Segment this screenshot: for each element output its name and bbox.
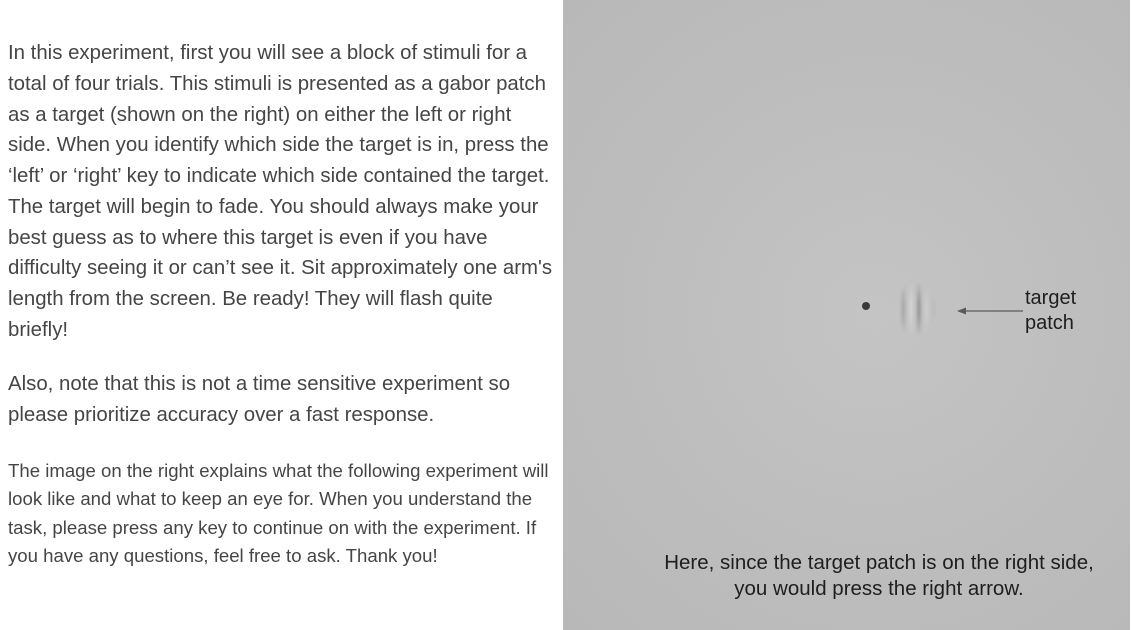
caption-line-1: Here, since the target patch is on the r… <box>664 551 1094 574</box>
left-arrow-icon <box>957 307 1023 315</box>
instructions-paragraph-2: Also, note that this is not a time sensi… <box>8 373 511 426</box>
instructions-panel: In this experiment, first you will see a… <box>0 0 563 630</box>
gabor-patch-icon <box>883 270 947 348</box>
caption-line-2: you would press the right arrow. <box>734 577 1024 600</box>
target-label-line-1: target <box>1025 287 1077 309</box>
target-label-line-2: patch <box>1025 312 1074 334</box>
instructions-paragraph-3: The image on the right explains what the… <box>8 460 549 567</box>
example-stimulus-image: target patch Here, since the target patc… <box>563 0 1130 630</box>
target-patch-label: target patch <box>1025 286 1076 336</box>
example-caption: Here, since the target patch is on the r… <box>623 550 1130 602</box>
fixation-dot-icon <box>862 302 870 310</box>
instructions-paragraph-1: In this experiment, first you will see a… <box>8 42 553 341</box>
